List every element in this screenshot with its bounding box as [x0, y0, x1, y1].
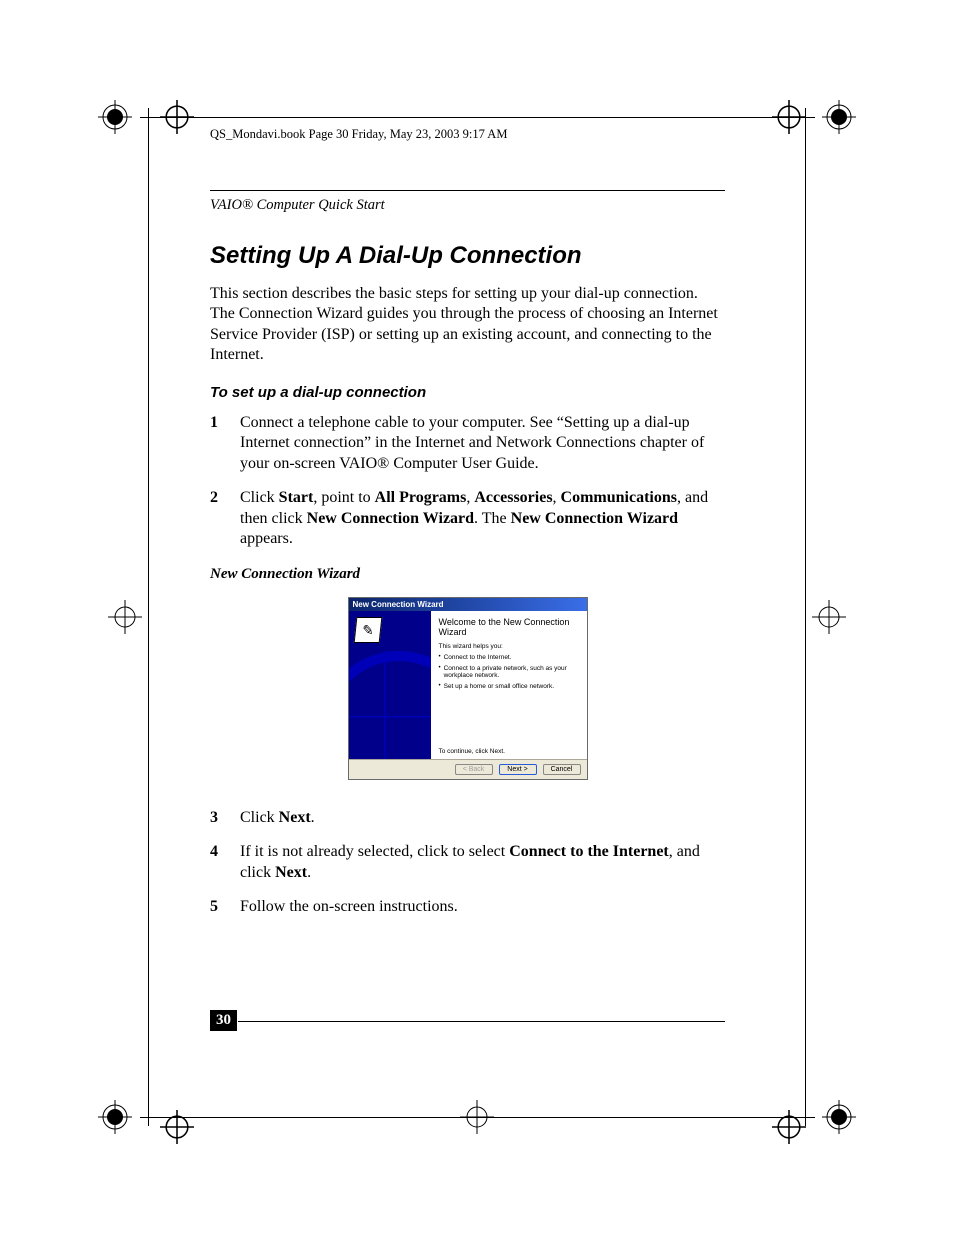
page-content: VAIO® Computer Quick Start Setting Up A …: [210, 190, 725, 932]
intro-paragraph: This section describes the basic steps f…: [210, 284, 725, 366]
reg-mark-icon: [460, 1100, 494, 1134]
reg-mark-icon: [822, 100, 856, 134]
section-title: Setting Up A Dial-Up Connection: [210, 242, 725, 270]
list-item: 1 Connect a telephone cable to your comp…: [210, 413, 725, 474]
reg-mark-icon: [108, 600, 142, 634]
wizard-dialog: New Connection Wizard ✎ Welcome to the N…: [348, 597, 588, 780]
wizard-main-panel: Welcome to the New Connection Wizard Thi…: [431, 611, 587, 759]
figure-caption: New Connection Wizard: [210, 566, 725, 583]
reg-mark-icon: [98, 100, 132, 134]
step-text: Connect a telephone cable to your comput…: [240, 413, 725, 474]
step-number: 1: [210, 413, 224, 474]
wizard-bullet: •Set up a home or small office network.: [439, 683, 579, 690]
step-list: 1 Connect a telephone cable to your comp…: [210, 413, 725, 550]
reg-mark-small-icon: [772, 1110, 794, 1132]
header-rule: [210, 190, 725, 191]
step-number: 3: [210, 808, 224, 828]
list-item: 4 If it is not already selected, click t…: [210, 842, 725, 883]
crop-line-right: [805, 108, 806, 1126]
reg-mark-icon: [812, 600, 846, 634]
reg-mark-icon: [822, 1100, 856, 1134]
wizard-welcome-text: Welcome to the New Connection Wizard: [439, 617, 579, 638]
list-item: 3 Click Next.: [210, 808, 725, 828]
running-head: VAIO® Computer Quick Start: [210, 197, 725, 214]
wizard-footer: < Back Next > Cancel: [349, 759, 587, 779]
back-button[interactable]: < Back: [455, 764, 493, 775]
wizard-bullet: •Connect to the Internet.: [439, 654, 579, 661]
reg-mark-small-icon: [160, 100, 182, 122]
step-text: Follow the on-screen instructions.: [240, 897, 725, 917]
wizard-titlebar: New Connection Wizard: [349, 598, 587, 611]
reg-mark-small-icon: [772, 100, 794, 122]
subsection-title: To set up a dial-up connection: [210, 384, 725, 401]
step-number: 4: [210, 842, 224, 883]
wizard-helps-text: This wizard helps you:: [439, 643, 579, 650]
step-text: If it is not already selected, click to …: [240, 842, 725, 883]
reg-mark-small-icon: [160, 1110, 182, 1132]
wizard-body: ✎ Welcome to the New Connection Wizard T…: [349, 611, 587, 759]
list-item: 2 Click Start, point to All Programs, Ac…: [210, 488, 725, 549]
next-button[interactable]: Next >: [499, 764, 537, 775]
page-number: 30: [210, 1010, 237, 1031]
wizard-continue-text: To continue, click Next.: [439, 748, 579, 755]
wizard-bullet: •Connect to a private network, such as y…: [439, 665, 579, 680]
modem-icon: ✎: [353, 617, 382, 643]
step-text: Click Next.: [240, 808, 725, 828]
wizard-sidebar: ✎: [349, 611, 431, 759]
step-text: Click Start, point to All Programs, Acce…: [240, 488, 725, 549]
crop-line-top: [140, 117, 815, 118]
footer-rule: [238, 1021, 725, 1022]
cancel-button[interactable]: Cancel: [543, 764, 581, 775]
reg-mark-icon: [98, 1100, 132, 1134]
framemaker-header: QS_Mondavi.book Page 30 Friday, May 23, …: [210, 127, 507, 142]
crop-line-left: [148, 108, 149, 1126]
step-list-continued: 3 Click Next. 4 If it is not already sel…: [210, 808, 725, 918]
step-number: 2: [210, 488, 224, 549]
step-number: 5: [210, 897, 224, 917]
list-item: 5 Follow the on-screen instructions.: [210, 897, 725, 917]
